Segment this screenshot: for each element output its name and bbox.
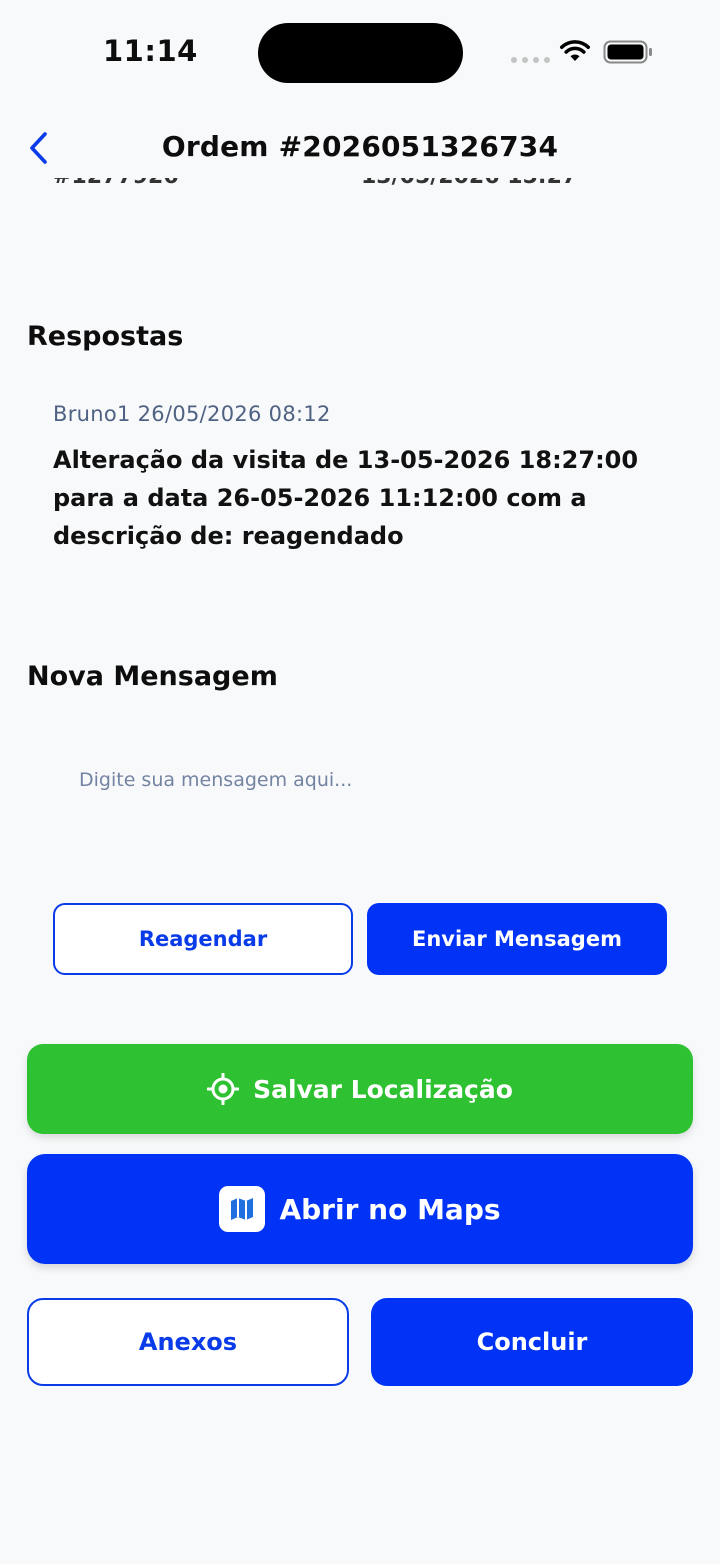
respostas-heading: Respostas [27,321,184,352]
abrir-maps-button[interactable]: Abrir no Maps [27,1154,693,1264]
concluir-button[interactable]: Concluir [371,1298,693,1386]
enviar-mensagem-button[interactable]: Enviar Mensagem [367,903,667,975]
salvar-localizacao-button[interactable]: Salvar Localização [27,1044,693,1134]
page-title: Ordem #2026051326734 [161,130,559,163]
reagendar-button[interactable]: Reagendar [53,903,353,975]
cellular-signal-icon [511,57,550,63]
battery-icon [603,40,652,64]
message-input[interactable] [53,740,667,820]
salvar-localizacao-label: Salvar Localização [253,1074,513,1104]
nova-mensagem-heading: Nova Mensagem [27,661,278,692]
order-code-clipped: #1277926 [53,178,253,204]
status-bar: 11:14 [0,0,720,100]
crosshair-icon [207,1073,240,1105]
anexos-button[interactable]: Anexos [27,1298,349,1386]
order-code-text: #1277926 [53,178,179,189]
navigation-bar: Ordem #2026051326734 [0,118,720,178]
status-time: 11:14 [103,34,198,68]
reply-message: Alteração da visita de 13-05-2026 18:27:… [53,446,639,550]
dynamic-island [258,23,463,83]
wifi-icon [560,40,590,61]
reply-author-date: Bruno1 26/05/2026 08:12 [53,402,331,426]
order-date-text: 13/05/2026 15:27 [361,178,577,189]
abrir-maps-label: Abrir no Maps [279,1192,501,1226]
map-icon [219,1186,266,1232]
order-date-clipped: 13/05/2026 15:27 [361,178,621,204]
